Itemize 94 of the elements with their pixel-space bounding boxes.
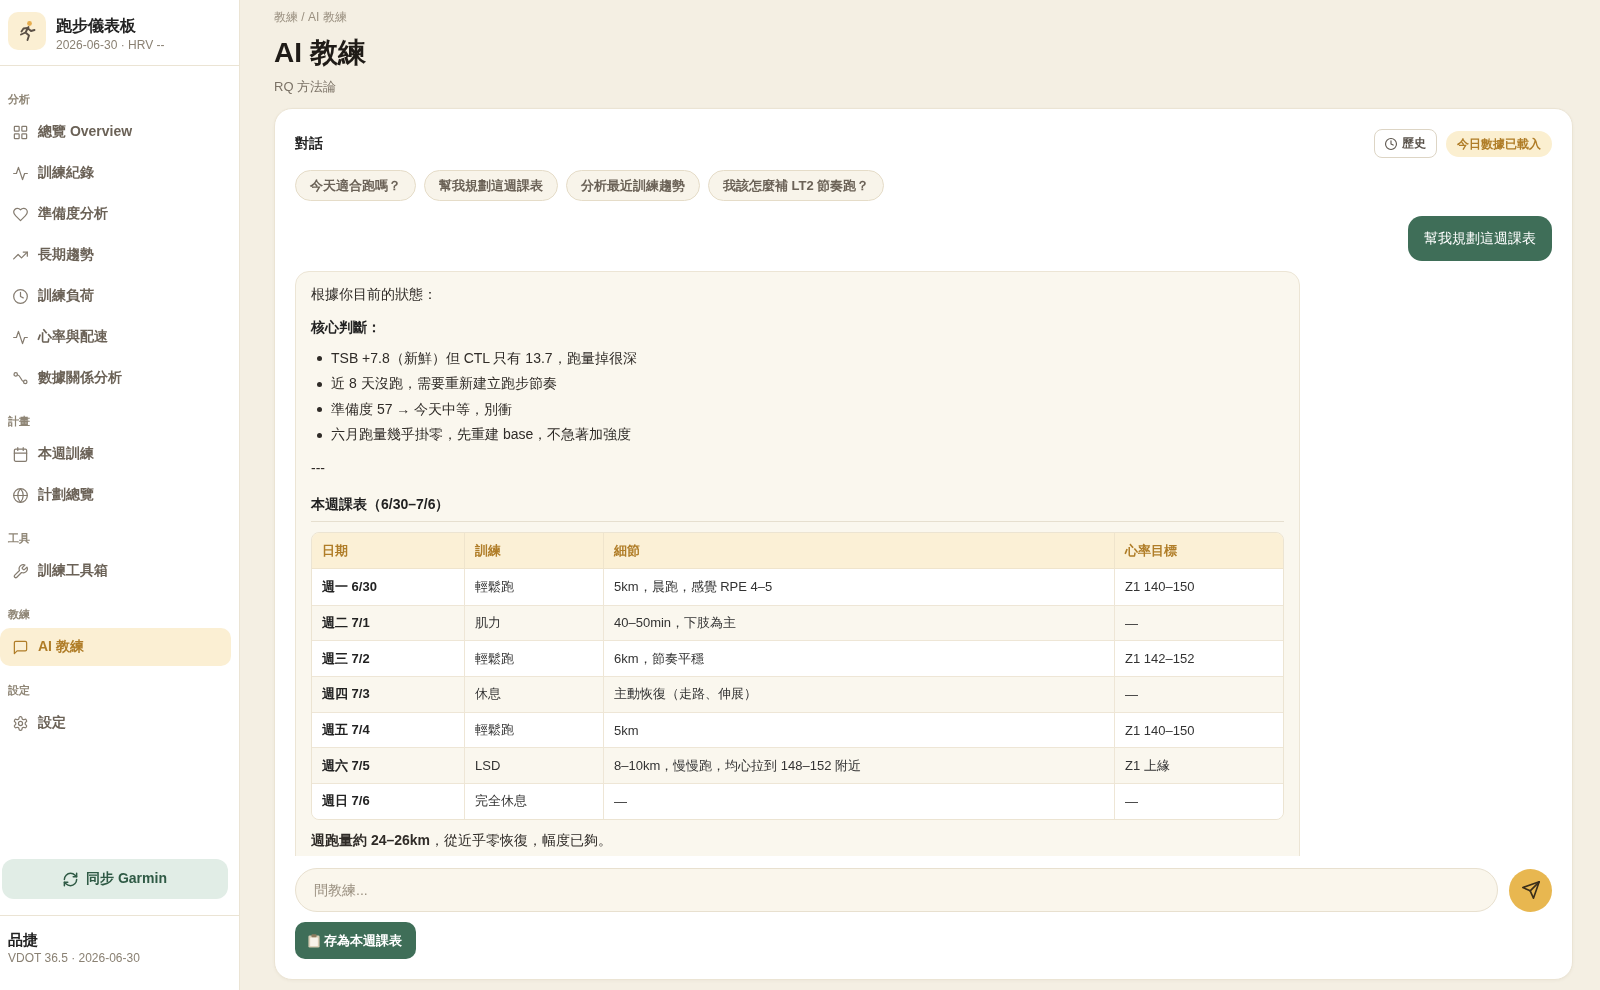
sidebar-item[interactable]: 數據關係分析 — [0, 359, 231, 397]
table-cell: 肌力 — [465, 604, 604, 641]
sidebar-item[interactable]: AI 教練 — [0, 628, 231, 666]
suggestion-chip[interactable]: 我該怎麼補 LT2 節奏跑？ — [708, 170, 885, 201]
table-cell: 5km — [604, 711, 1115, 748]
table-header-cell: 訓練 — [465, 533, 604, 569]
table-cell: 輕鬆跑 — [465, 569, 604, 605]
page-title: AI 教練 — [274, 36, 366, 70]
table-cell: 休息 — [465, 676, 604, 712]
suggestion-chip[interactable]: 幫我規劃這週課表 — [424, 170, 558, 201]
table-cell: 8–10km，慢慢跑，均心拉到 148–152 附近 — [604, 747, 1115, 784]
bullet-icon — [317, 432, 322, 438]
sidebar-item[interactable]: 本週訓練 — [0, 435, 231, 473]
message-text: 週跑量約 24–26km，從近乎零恢復，幅度已夠。 — [311, 830, 613, 850]
table-cell: LSD — [465, 747, 604, 784]
table-cell: 6km，節奏平穩 — [604, 640, 1115, 677]
clock-icon — [13, 288, 28, 304]
nodes-icon — [13, 370, 28, 386]
table-cell: 5km，晨跑，感覺 RPE 4–5 — [604, 569, 1115, 605]
message-label: 核心判斷： — [311, 318, 381, 337]
section-label: 分析 — [8, 92, 30, 107]
section-label: 工具 — [8, 531, 30, 546]
save-schedule-button[interactable]: 存為本週課表 — [295, 922, 416, 959]
calendar-icon — [13, 446, 28, 462]
list-item-text: 近 8 天沒跑，需要重新建立跑步節奏 — [331, 375, 557, 394]
sidebar-item[interactable]: 長期趨勢 — [0, 236, 231, 274]
table-header-cell: 細節 — [604, 533, 1115, 569]
send-icon — [1521, 881, 1540, 899]
bullet-icon — [317, 356, 322, 362]
message-text: 根據你目前的狀態： — [311, 285, 437, 304]
table-cell: 主動恢復（走路、伸展） — [604, 676, 1115, 712]
table-cell: — — [1115, 783, 1283, 819]
runner-icon — [8, 12, 46, 50]
pulse-icon — [13, 165, 28, 181]
sidebar-item[interactable]: 準備度分析 — [0, 195, 231, 233]
pulse-icon — [13, 329, 28, 345]
table-cell: 週六 7/5 — [312, 747, 465, 784]
sidebar-item[interactable]: 設定 — [0, 704, 231, 742]
table-cell: Z1 142–152 — [1115, 640, 1283, 677]
table-cell: 完全休息 — [465, 783, 604, 819]
section-heading: 本週課表（6/30–7/6） — [311, 493, 1284, 522]
table-cell: 週日 7/6 — [312, 783, 465, 819]
clipboard-icon — [308, 933, 320, 948]
user-message: 幫我規劃這週課表 — [1408, 216, 1552, 261]
breadcrumb: 教練 / AI 教練 — [274, 9, 347, 26]
globe-icon — [13, 487, 28, 503]
table-cell: 週二 7/1 — [312, 604, 465, 641]
chat-bubble-icon — [13, 639, 28, 655]
section-label: 計畫 — [8, 414, 30, 429]
message-input[interactable]: 問教練... — [295, 868, 1498, 912]
section-label: 教練 — [8, 607, 30, 622]
table-header-cell: 日期 — [312, 533, 465, 569]
table-cell: 40–50min，下肢為主 — [604, 604, 1115, 641]
page-subtitle: RQ 方法論 — [274, 78, 337, 96]
table-cell: 週五 7/4 — [312, 711, 465, 748]
table-cell: 週四 7/3 — [312, 676, 465, 712]
sidebar-item[interactable]: 訓練工具箱 — [0, 552, 231, 590]
wrench-icon — [13, 563, 28, 579]
sync-button[interactable]: 同步 Garmin — [2, 859, 228, 899]
clock-icon — [1385, 137, 1397, 150]
refresh-icon — [63, 871, 79, 887]
list-item-text: 六月跑量幾乎掛零，先重建 base，不急著加強度 — [331, 426, 632, 445]
bullet-icon — [317, 407, 322, 413]
user-detail: VDOT 36.5 · 2026-06-30 — [8, 950, 140, 966]
bullet-icon — [317, 381, 322, 387]
section-label: 設定 — [8, 683, 30, 698]
suggestion-chip[interactable]: 今天適合跑嗎？ — [295, 170, 416, 201]
settings-icon — [13, 715, 28, 731]
history-button[interactable]: 歷史 — [1374, 129, 1437, 158]
app-subtitle: 2026-06-30 · HRV -- — [56, 37, 165, 53]
send-button[interactable] — [1509, 868, 1552, 912]
sidebar-item[interactable]: 總覽 Overview — [0, 113, 231, 151]
heart-icon — [13, 206, 28, 222]
app-title: 跑步儀表板 — [56, 16, 137, 36]
sidebar-item[interactable]: 心率與配速 — [0, 318, 231, 356]
table-cell: 週三 7/2 — [312, 640, 465, 677]
grid-icon — [13, 124, 28, 140]
status-badge: 今日數據已載入 — [1446, 130, 1552, 157]
table-cell: 週一 6/30 — [312, 569, 465, 605]
list-item-text: 準備度 57 → 今天中等，別衝 — [331, 400, 513, 419]
table-cell: 輕鬆跑 — [465, 711, 604, 748]
user-name: 品捷 — [8, 930, 38, 950]
table-header-cell: 心率目標 — [1115, 533, 1283, 569]
table-cell: Z1 140–150 — [1115, 711, 1283, 748]
table-cell: — — [604, 783, 1115, 819]
sidebar-item[interactable]: 訓練紀錄 — [0, 154, 231, 192]
list-item-text: TSB +7.8（新鮮）但 CTL 只有 13.7，跑量掉很深 — [331, 349, 637, 368]
message-text: --- — [311, 459, 325, 478]
sidebar-item[interactable]: 訓練負荷 — [0, 277, 231, 315]
table-cell: Z1 140–150 — [1115, 569, 1283, 605]
table-cell: 輕鬆跑 — [465, 640, 604, 677]
panel-title: 對話 — [295, 134, 323, 153]
suggestion-chip[interactable]: 分析最近訓練趨勢 — [566, 170, 700, 201]
sidebar-item[interactable]: 計劃總覽 — [0, 476, 231, 514]
